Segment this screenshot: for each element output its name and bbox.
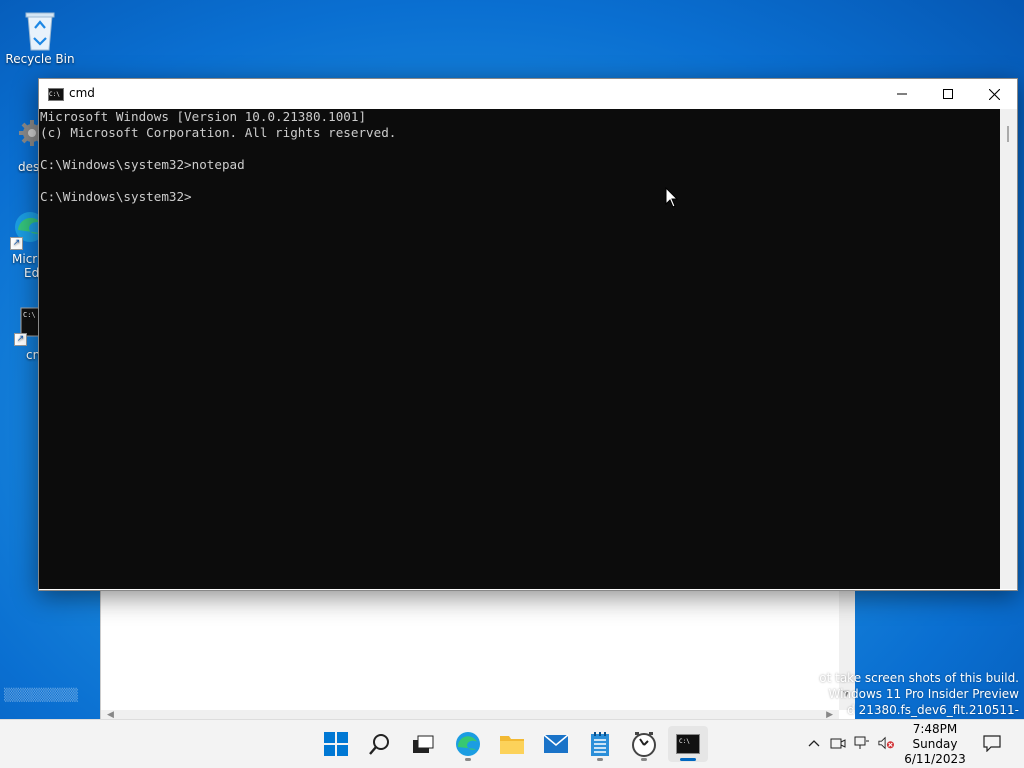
watermark-line: Windows 11 Pro Insider Preview bbox=[828, 687, 1019, 701]
clock-day: Sunday bbox=[912, 737, 958, 751]
close-button[interactable] bbox=[971, 79, 1017, 109]
console-scrollbar[interactable] bbox=[1000, 109, 1017, 589]
mail-icon bbox=[543, 734, 569, 753]
svg-text:C:\: C:\ bbox=[679, 738, 690, 745]
notepad-icon bbox=[591, 732, 609, 756]
running-indicator bbox=[465, 758, 471, 761]
volume-muted-icon bbox=[878, 736, 894, 750]
clock-icon bbox=[632, 732, 656, 757]
mail-button[interactable] bbox=[536, 726, 576, 762]
mouse-cursor-icon bbox=[665, 187, 679, 208]
faint-watermark-text: ▒▒▒▒▒▒▒▒ bbox=[4, 688, 78, 702]
camera-icon bbox=[830, 738, 846, 749]
recycle-bin-icon bbox=[20, 10, 60, 51]
tray-meet-now[interactable] bbox=[830, 734, 846, 752]
window-title: cmd bbox=[69, 86, 95, 100]
console-prompt-line[interactable]: C:\Windows\system32> bbox=[40, 189, 1001, 205]
clock-date: 6/11/2023 bbox=[904, 752, 966, 766]
show-hidden-icons-button[interactable] bbox=[806, 734, 822, 752]
file-explorer-button[interactable] bbox=[492, 726, 532, 762]
scroll-thumb[interactable] bbox=[1007, 126, 1009, 142]
task-view-button[interactable] bbox=[403, 726, 443, 762]
console-output[interactable]: Microsoft Windows [Version 10.0.21380.10… bbox=[39, 109, 1001, 589]
chevron-up-icon bbox=[808, 740, 820, 747]
start-button[interactable] bbox=[316, 726, 356, 762]
cmd-icon: C:\ ↗ bbox=[14, 306, 40, 346]
desktop-icon-edge[interactable]: ↗ Micr Ed bbox=[0, 210, 40, 280]
title-bar[interactable]: C:\ cmd bbox=[39, 79, 1017, 109]
gear-icon bbox=[12, 118, 40, 158]
task-view-icon bbox=[413, 735, 434, 753]
active-indicator bbox=[680, 758, 696, 761]
cmd-icon: C:\ bbox=[48, 88, 64, 101]
shortcut-arrow-icon: ↗ bbox=[14, 333, 27, 346]
desktop-icon-label: des bbox=[18, 160, 40, 174]
minimize-button[interactable] bbox=[879, 79, 925, 109]
console-line: C:\Windows\system32>notepad bbox=[40, 157, 245, 172]
tray-volume[interactable] bbox=[878, 734, 894, 752]
desktop-icon-recycle-bin[interactable]: Recycle Bin bbox=[0, 10, 80, 66]
clock-app-button[interactable] bbox=[624, 726, 664, 762]
desktop-icon-label: Micr bbox=[12, 252, 38, 266]
taskbar-clock[interactable]: 7:48PM Sunday 6/11/2023 bbox=[900, 722, 970, 767]
folder-icon bbox=[500, 736, 524, 754]
desktop-icon-label: Recycle Bin bbox=[5, 52, 75, 66]
taskbar: C:\ 7:48PM Sunday 6/11/2023 bbox=[0, 719, 1024, 768]
svg-text:C:\: C:\ bbox=[23, 311, 36, 319]
running-indicator bbox=[597, 758, 603, 761]
edge-taskbar-button[interactable] bbox=[448, 726, 488, 762]
desktop-icon-label: cn bbox=[26, 348, 40, 362]
clock-time: 7:48PM bbox=[912, 722, 958, 736]
console-line: (c) Microsoft Corporation. All rights re… bbox=[40, 125, 397, 140]
search-icon bbox=[369, 734, 389, 755]
close-icon bbox=[988, 88, 1000, 100]
maximize-button[interactable] bbox=[925, 79, 971, 109]
edge-icon: ↗ bbox=[10, 210, 40, 250]
network-icon bbox=[854, 736, 869, 749]
windows-logo-icon bbox=[324, 732, 348, 756]
cmd-window[interactable]: C:\ cmd Microsoft Windows [Version 10.0.… bbox=[38, 78, 1018, 591]
desktop-icon-label: Ed bbox=[24, 266, 40, 280]
search-button[interactable] bbox=[360, 726, 400, 762]
console-line: Microsoft Windows [Version 10.0.21380.10… bbox=[40, 109, 367, 124]
notification-center-button[interactable] bbox=[982, 734, 1002, 754]
notification-icon bbox=[983, 735, 1001, 753]
minimize-icon bbox=[897, 93, 907, 95]
notepad-taskbar-button[interactable] bbox=[580, 726, 620, 762]
desktop-icon-cmd[interactable]: C:\ ↗ cn bbox=[0, 306, 40, 362]
desktop-icon-settings[interactable]: des bbox=[0, 118, 40, 174]
cmd-icon: C:\ bbox=[676, 734, 700, 754]
shortcut-arrow-icon: ↗ bbox=[10, 237, 23, 250]
maximize-icon bbox=[943, 89, 953, 99]
watermark-line: ot take screen shots of this build. bbox=[819, 671, 1019, 685]
edge-icon bbox=[456, 732, 480, 756]
running-indicator bbox=[641, 758, 647, 761]
cmd-taskbar-button[interactable]: C:\ bbox=[668, 726, 708, 762]
tray-network[interactable] bbox=[854, 734, 870, 752]
